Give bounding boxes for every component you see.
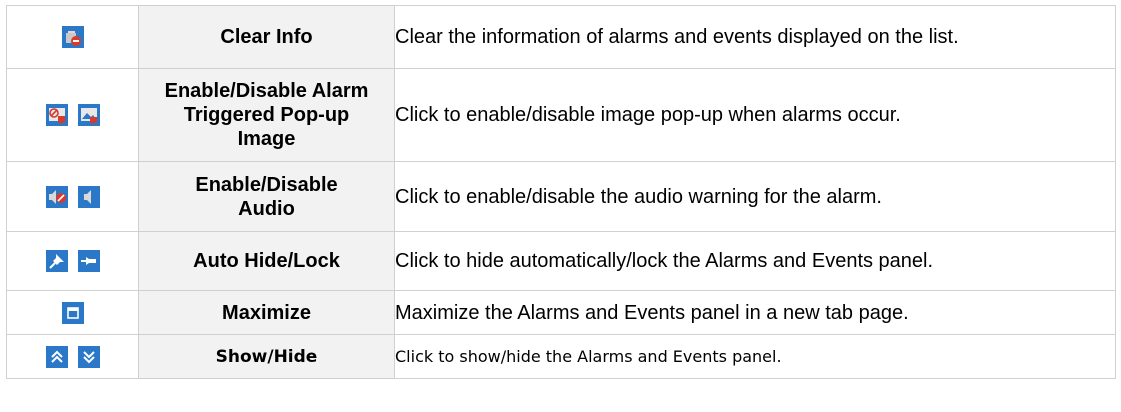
feature-name: Show/Hide bbox=[138, 334, 395, 379]
feature-description: Click to hide automatically/lock the Ala… bbox=[394, 231, 1116, 291]
show-chevron-up-icon[interactable] bbox=[45, 345, 68, 368]
disable-popup-image-icon[interactable] bbox=[45, 104, 68, 126]
feature-description: Click to enable/disable the audio warnin… bbox=[394, 161, 1116, 232]
feature-description: Click to enable/disable image pop-up whe… bbox=[394, 68, 1116, 162]
icon-cell bbox=[6, 231, 139, 291]
feature-name: Enable/Disable Alarm Triggered Pop-up Im… bbox=[138, 68, 395, 162]
hide-chevron-down-icon[interactable] bbox=[77, 345, 100, 368]
table-row: Clear Info Clear the information of alar… bbox=[6, 5, 1116, 69]
icon-cell bbox=[6, 161, 139, 232]
audio-enabled-icon[interactable] bbox=[77, 185, 100, 208]
icon-cell bbox=[6, 290, 139, 335]
table-row: Enable/Disable Audio Click to enable/dis… bbox=[6, 161, 1116, 232]
icon-cell bbox=[6, 334, 139, 379]
audio-disabled-icon[interactable] bbox=[45, 185, 68, 208]
feature-name: Clear Info bbox=[138, 5, 395, 69]
icon-description-table: Clear Info Clear the information of alar… bbox=[6, 5, 1116, 379]
table-row: Maximize Maximize the Alarms and Events … bbox=[6, 290, 1116, 335]
feature-name: Maximize bbox=[138, 290, 395, 335]
enable-popup-image-icon[interactable] bbox=[77, 104, 100, 126]
feature-description: Maximize the Alarms and Events panel in … bbox=[394, 290, 1116, 335]
lock-pin-icon[interactable] bbox=[77, 250, 100, 272]
feature-name: Auto Hide/Lock bbox=[138, 231, 395, 291]
icon-cell bbox=[6, 68, 139, 162]
table-row: Show/Hide Click to show/hide the Alarms … bbox=[6, 334, 1116, 379]
feature-description: Clear the information of alarms and even… bbox=[394, 5, 1116, 69]
auto-hide-pin-icon[interactable] bbox=[45, 250, 68, 272]
feature-name: Enable/Disable Audio bbox=[138, 161, 395, 232]
clear-info-icon[interactable] bbox=[61, 26, 84, 48]
table-row: Auto Hide/Lock Click to hide automatical… bbox=[6, 231, 1116, 291]
icon-cell bbox=[6, 5, 139, 69]
feature-description: Click to show/hide the Alarms and Events… bbox=[394, 334, 1116, 379]
maximize-icon[interactable] bbox=[61, 301, 84, 324]
table-row: Enable/Disable Alarm Triggered Pop-up Im… bbox=[6, 68, 1116, 162]
